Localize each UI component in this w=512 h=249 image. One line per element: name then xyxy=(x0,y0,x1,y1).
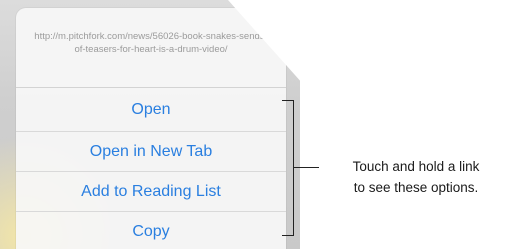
callout-line-2: to see these options. xyxy=(353,180,479,195)
add-to-reading-list-label: Add to Reading List xyxy=(81,182,221,200)
open-in-new-tab-button[interactable]: Open in New Tab xyxy=(16,132,286,172)
callout-bracket xyxy=(282,100,294,236)
copy-button[interactable]: Copy xyxy=(16,212,286,249)
link-url-text: http://m.pitchfork.com/news/56026-book-s… xyxy=(34,31,268,55)
link-action-sheet: http://m.pitchfork.com/news/56026-book-s… xyxy=(16,8,286,249)
callout-line-1: Touch and hold a link xyxy=(352,159,480,174)
open-in-new-tab-label: Open in New Tab xyxy=(89,142,213,160)
open-button-label: Open xyxy=(131,100,171,118)
add-to-reading-list-button[interactable]: Add to Reading List xyxy=(16,172,286,212)
callout-text: Touch and hold a link to see these optio… xyxy=(322,156,510,198)
screen: http://m.pitchfork.com/news/56026-book-s… xyxy=(0,0,512,249)
copy-button-label: Copy xyxy=(132,223,170,240)
open-button[interactable]: Open xyxy=(16,88,286,132)
link-url-preview: http://m.pitchfork.com/news/56026-book-s… xyxy=(16,8,286,88)
callout-pointer-line xyxy=(293,167,319,168)
